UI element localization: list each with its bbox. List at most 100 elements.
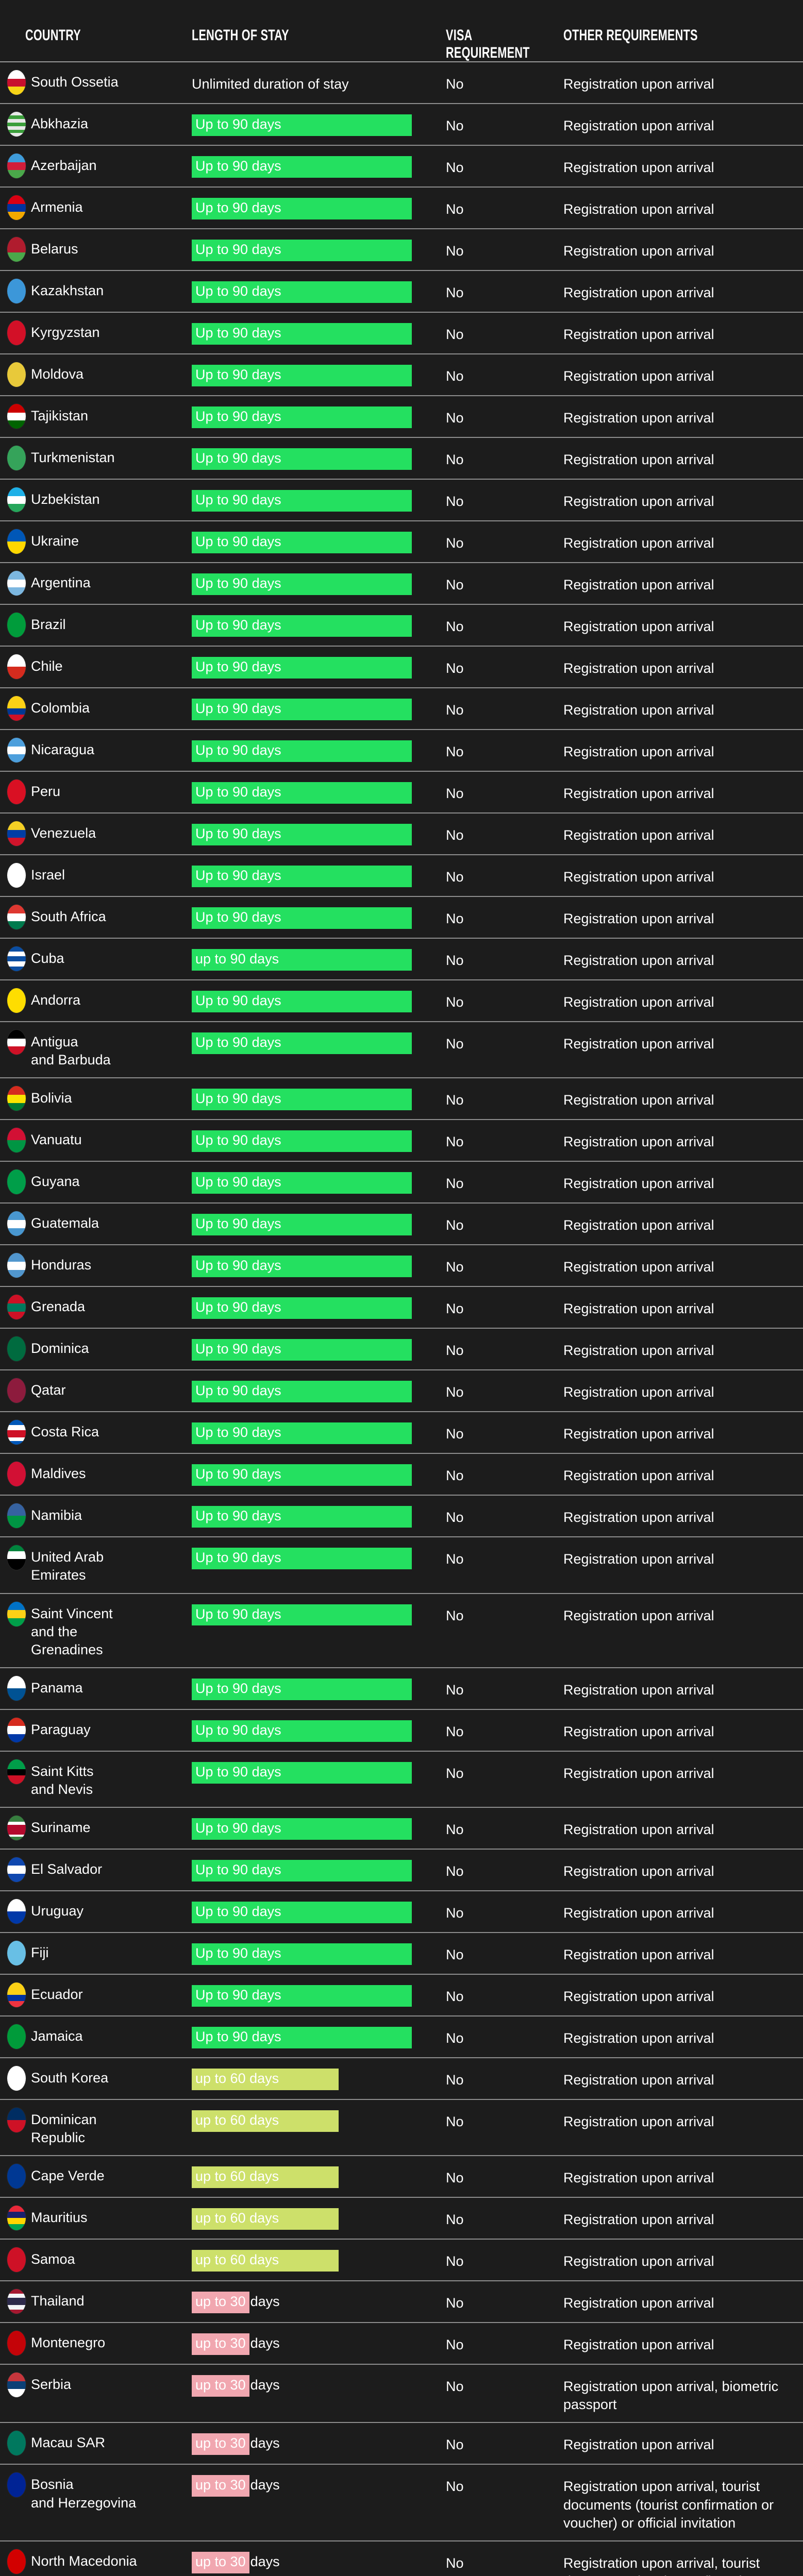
- length-of-stay-cell: Up to 90 days: [192, 904, 446, 929]
- abkhazia-flag: [7, 112, 26, 137]
- table-row: Panama Up to 90 days No Registration upon a…: [0, 1667, 803, 1709]
- mauritius-flag: [7, 2206, 26, 2231]
- length-of-stay-badge: Up to 90 days: [192, 1604, 412, 1626]
- country-name: Kyrgyzstan: [31, 325, 100, 341]
- country-name: Bosnia and Herzegovina: [31, 2477, 137, 2511]
- length-of-stay-badge: up to 60 days: [192, 2208, 339, 2230]
- country-cell: Turkmenistan: [0, 445, 192, 471]
- other-requirements-cell: Registration upon arrival: [563, 1905, 714, 1921]
- table-row: Montenegro up to 30 days No Registration upo…: [0, 2322, 803, 2364]
- belarus-flag: [7, 237, 26, 262]
- country-cell: Cuba: [0, 946, 192, 972]
- length-of-stay-badge: Up to 90 days: [192, 1422, 412, 1445]
- length-of-stay-tail: days: [250, 2335, 280, 2351]
- other-requirements-cell: Registration upon arrival: [563, 368, 714, 384]
- visa-requirement-cell: No: [446, 1905, 464, 1921]
- country-name: Fiji: [31, 1945, 49, 1961]
- country-cell: Bolivia: [0, 1086, 192, 1111]
- length-of-stay-cell: up to 30 days: [192, 2472, 446, 2497]
- length-of-stay-badge: Up to 90 days: [192, 907, 412, 929]
- cuba-flag: [7, 946, 26, 972]
- country-cell: Antigua and Barbuda: [0, 1029, 192, 1069]
- country-cell: Tajikistan: [0, 403, 192, 429]
- other-requirements-cell: Registration upon arrival: [563, 702, 714, 718]
- visa-requirement-cell: No: [446, 2379, 464, 2395]
- country-name: Colombia: [31, 700, 90, 716]
- table-header-row: COUNTRY LENGTH OF STAY VISA REQUIREMENT …: [0, 0, 803, 61]
- country-cell: Jamaica: [0, 2024, 192, 2049]
- length-of-stay-cell: up to 60 days: [192, 2247, 446, 2272]
- peru-flag: [7, 779, 26, 805]
- length-of-stay-badge: up to 60 days: [192, 2110, 339, 2132]
- length-of-stay-cell: Up to 90 days: [192, 570, 446, 596]
- column-header-visa-requirement: VISA REQUIREMENT: [446, 27, 530, 61]
- length-of-stay-badge: Up to 90 days: [192, 1130, 412, 1153]
- other-requirements-cell: Registration upon arrival: [563, 1947, 714, 1963]
- country-name: Turkmenistan: [31, 450, 115, 466]
- country-name: Venezuela: [31, 825, 96, 841]
- country-cell: Chile: [0, 654, 192, 680]
- table-row: Paraguay Up to 90 days No Registration upon…: [0, 1708, 803, 1751]
- country-name: Ukraine: [31, 533, 79, 549]
- other-requirements-cell: Registration upon arrival: [563, 160, 714, 176]
- table-row: Colombia Up to 90 days No Registration upon…: [0, 687, 803, 729]
- country-name: United Arab Emirates: [31, 1549, 104, 1583]
- country-cell: Honduras: [0, 1252, 192, 1278]
- country-cell: Nicaragua: [0, 737, 192, 763]
- country-cell: Qatar: [0, 1378, 192, 1403]
- other-requirements-cell: Registration upon arrival: [563, 1989, 714, 2005]
- visa-requirement-cell: No: [446, 1468, 464, 1484]
- azerbaijan-flag: [7, 154, 26, 179]
- length-of-stay-cell: Up to 90 days: [192, 1503, 446, 1528]
- visa-requirement-cell: No: [446, 410, 464, 426]
- table-row: Costa Rica Up to 90 days No Registration up…: [0, 1411, 803, 1453]
- table-row: Turkmenistan Up to 90 days No Registration …: [0, 437, 803, 479]
- length-of-stay-badge: up to 30: [192, 2551, 249, 2573]
- table-row: Chile Up to 90 days No Registration upon ar…: [0, 646, 803, 687]
- length-of-stay-badge: Up to 90 days: [192, 1506, 412, 1528]
- length-of-stay-tail: days: [250, 2477, 280, 2493]
- table-row: Andorra Up to 90 days No Registration upon …: [0, 979, 803, 1021]
- length-of-stay-cell: up to 30 days: [192, 2289, 446, 2314]
- length-of-stay-cell: up to 60 days: [192, 2065, 446, 2090]
- visa-requirement-cell: No: [446, 2295, 464, 2311]
- table-row: Cape Verde up to 60 days No Registration up…: [0, 2155, 803, 2197]
- country-cell: Armenia: [0, 195, 192, 221]
- table-row: Saint Vincent and the Grenadines Up to 90…: [0, 1592, 803, 1667]
- length-of-stay-cell: Up to 90 days: [192, 529, 446, 554]
- length-of-stay-cell: up to 30 days: [192, 2330, 446, 2355]
- visa-requirement-cell: No: [446, 953, 464, 969]
- visa-requirement-cell: No: [446, 2337, 464, 2353]
- ukraine-flag: [7, 529, 26, 554]
- country-cell: Grenada: [0, 1294, 192, 1320]
- length-of-stay-badge: up to 90 days: [192, 949, 412, 971]
- length-of-stay-cell: Up to 90 days: [192, 195, 446, 220]
- length-of-stay-badge: Up to 90 days: [192, 198, 412, 220]
- table-row: Kyrgyzstan Up to 90 days No Registration up…: [0, 312, 803, 353]
- visa-requirement-cell: No: [446, 2253, 464, 2269]
- length-of-stay-cell: Up to 90 days: [192, 1545, 446, 1570]
- visa-requirement-cell: No: [446, 1723, 464, 1739]
- visa-requirement-cell: No: [446, 118, 464, 134]
- column-header-country: COUNTRY: [25, 27, 81, 44]
- argentina-flag: [7, 571, 26, 596]
- other-requirements-cell: Registration upon arrival, tourist docum…: [563, 2479, 774, 2531]
- country-cell: Azerbaijan: [0, 153, 192, 179]
- country-cell: Panama: [0, 1675, 192, 1701]
- nicaragua-flag: [7, 738, 26, 763]
- visa-requirement-cell: No: [446, 994, 464, 1010]
- table-row: Belarus Up to 90 days No Registration upon …: [0, 228, 803, 270]
- country-cell: Guyana: [0, 1169, 192, 1195]
- visa-requirement-cell: No: [446, 1301, 464, 1317]
- length-of-stay-badge: Up to 90 days: [192, 699, 412, 721]
- visa-requirement-cell: No: [446, 786, 464, 802]
- visa-requirement-cell: No: [446, 2437, 464, 2453]
- country-name: Dominican Republic: [31, 2112, 97, 2146]
- other-requirements-cell: Registration upon arrival: [563, 201, 714, 217]
- country-name: South Korea: [31, 2070, 109, 2086]
- length-of-stay-badge: Up to 90 days: [192, 1256, 412, 1278]
- length-of-stay-cell: up to 90 days: [192, 946, 446, 971]
- country-name: Brazil: [31, 617, 66, 633]
- table-row: El Salvador Up to 90 days No Registration u…: [0, 1849, 803, 1890]
- other-requirements-cell: Registration upon arrival: [563, 1682, 714, 1698]
